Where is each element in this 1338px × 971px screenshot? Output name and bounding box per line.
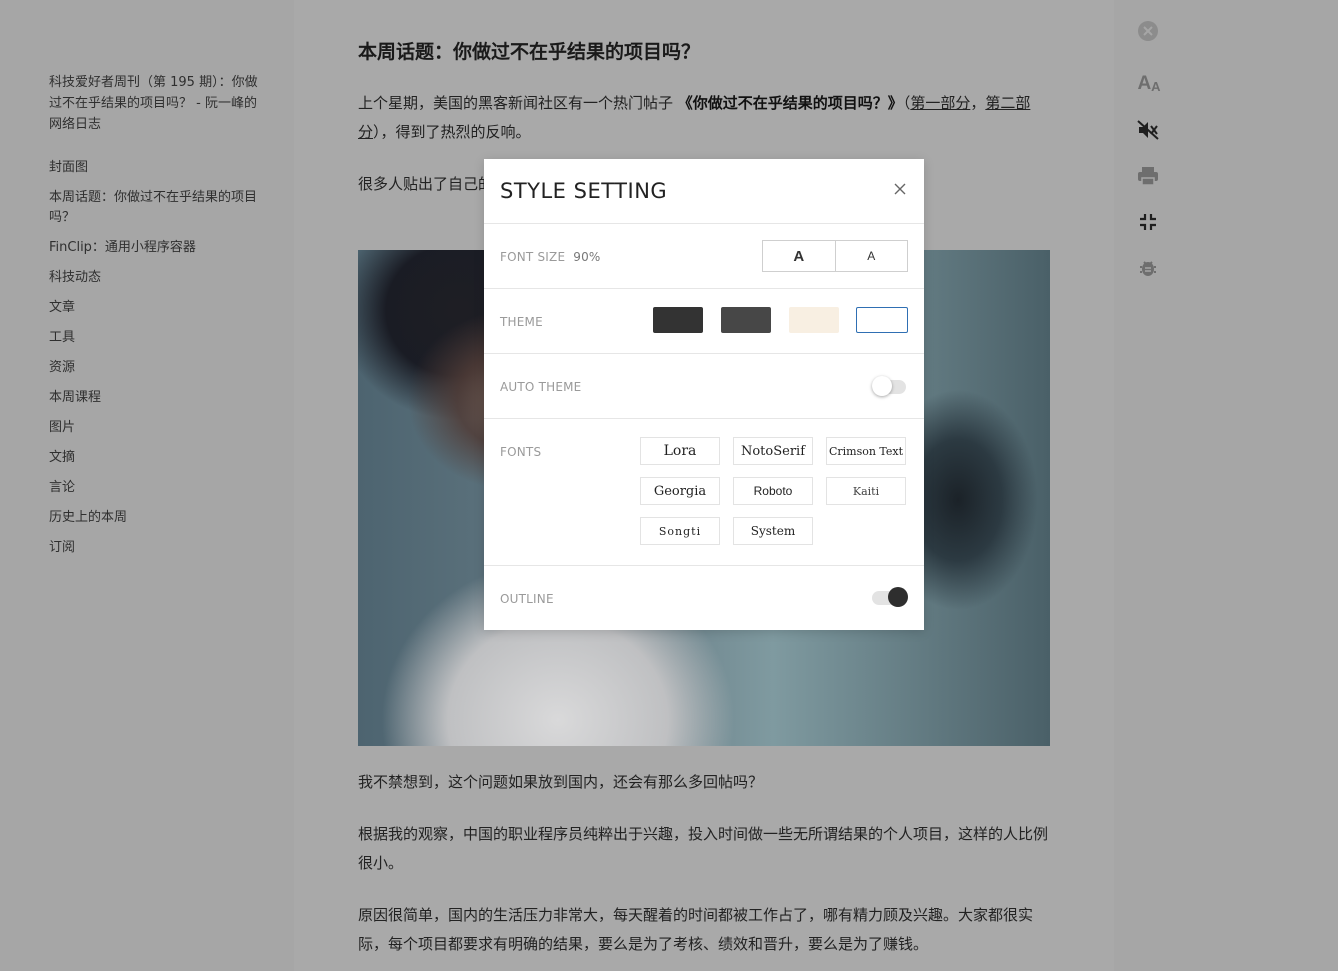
font-size-value: 90% bbox=[573, 250, 601, 264]
toc-item[interactable]: 封面图 bbox=[49, 158, 264, 178]
toc-item[interactable]: 本周课程 bbox=[49, 388, 264, 408]
toc-item[interactable]: 资源 bbox=[49, 358, 264, 378]
auto-theme-toggle[interactable] bbox=[872, 376, 908, 398]
reader-toolbar: AA bbox=[1114, 0, 1338, 971]
sidebar: 科技爱好者周刊（第 195 期）：你做过不在乎结果的项目吗？ - 阮一峰的网络日… bbox=[0, 0, 294, 971]
font-size-icon[interactable]: AA bbox=[1134, 72, 1164, 96]
exit-fullscreen-icon[interactable] bbox=[1136, 210, 1160, 234]
post-title: 《你做过不在乎结果的项目吗？》 bbox=[677, 94, 903, 112]
decrease-font-button[interactable]: A bbox=[836, 241, 908, 271]
font-size-label: FONT SIZE 90% bbox=[500, 250, 601, 264]
outline-label: OUTLINE bbox=[500, 592, 554, 606]
print-icon[interactable] bbox=[1136, 164, 1160, 188]
theme-light-swatch[interactable] bbox=[856, 307, 908, 333]
dialog-title: STYLE SETTING bbox=[500, 179, 668, 203]
font-option-crimson-text[interactable]: Crimson Text bbox=[826, 437, 906, 465]
font-size-label-text: FONT SIZE bbox=[500, 250, 566, 264]
toc-item[interactable]: 文摘 bbox=[49, 448, 264, 468]
paragraph: 上个星期，美国的黑客新闻社区有一个热门帖子 《你做过不在乎结果的项目吗？》（第一… bbox=[358, 89, 1050, 147]
font-option-songti[interactable]: Songti bbox=[640, 517, 720, 545]
toc-item[interactable]: 工具 bbox=[49, 328, 264, 348]
font-option-georgia[interactable]: Georgia bbox=[640, 477, 720, 505]
theme-label: THEME bbox=[500, 315, 543, 329]
paragraph-text: 上个星期，美国的黑客新闻社区有一个热门帖子 bbox=[358, 94, 674, 112]
theme-sepia-swatch[interactable] bbox=[789, 307, 839, 333]
table-of-contents: 封面图 本周话题：你做过不在乎结果的项目吗？ FinClip：通用小程序容器 科… bbox=[49, 158, 264, 568]
font-size-buttons: A A bbox=[762, 240, 908, 272]
outline-row: OUTLINE bbox=[484, 565, 924, 631]
font-option-kaiti[interactable]: Kaiti bbox=[826, 477, 906, 505]
increase-font-button[interactable]: A bbox=[763, 241, 836, 271]
article-heading: 本周话题：你做过不在乎结果的项目吗？ bbox=[358, 41, 701, 63]
bug-icon[interactable] bbox=[1136, 256, 1160, 280]
document-title: 科技爱好者周刊（第 195 期）：你做过不在乎结果的项目吗？ - 阮一峰的网络日… bbox=[49, 75, 258, 132]
font-option-roboto[interactable]: Roboto bbox=[733, 477, 813, 505]
toggle-knob bbox=[888, 587, 908, 607]
toc-item[interactable]: FinClip：通用小程序容器 bbox=[49, 238, 264, 258]
link-part-one[interactable]: 第一部分 bbox=[910, 94, 970, 112]
theme-row: THEME bbox=[484, 288, 924, 353]
mute-icon[interactable] bbox=[1136, 118, 1160, 142]
font-option-notoserif[interactable]: NotoSerif bbox=[733, 437, 813, 465]
auto-theme-label: AUTO THEME bbox=[500, 380, 582, 394]
toc-item[interactable]: 订阅 bbox=[49, 538, 264, 558]
toc-item[interactable]: 图片 bbox=[49, 418, 264, 438]
auto-theme-row: AUTO THEME bbox=[484, 353, 924, 418]
font-size-icon-small: A bbox=[1151, 79, 1161, 94]
toc-item[interactable]: 言论 bbox=[49, 478, 264, 498]
font-option-lora[interactable]: Lora bbox=[640, 437, 720, 465]
toc-item[interactable]: 历史上的本周 bbox=[49, 508, 264, 528]
paragraph: 原因很简单，国内的生活压力非常大，每天醒着的时间都被工作占了，哪有精力顾及兴趣。… bbox=[358, 906, 1034, 953]
toc-item[interactable]: 本周话题：你做过不在乎结果的项目吗？ bbox=[49, 188, 264, 228]
theme-dark-swatch[interactable] bbox=[653, 307, 703, 333]
fonts-label: FONTS bbox=[500, 445, 542, 459]
paragraph: 根据我的观察，中国的职业程序员纯粹出于兴趣，投入时间做一些无所谓结果的个人项目，… bbox=[358, 825, 1049, 872]
outline-toggle[interactable] bbox=[872, 587, 910, 609]
close-icon[interactable] bbox=[892, 181, 908, 197]
fonts-row: FONTS Lora NotoSerif Crimson Text Georgi… bbox=[484, 418, 924, 565]
font-option-system[interactable]: System bbox=[733, 517, 813, 545]
paragraph-text: ， bbox=[970, 94, 986, 112]
toggle-knob bbox=[872, 376, 892, 396]
toc-item[interactable]: 科技动态 bbox=[49, 268, 264, 288]
paragraph-text: ），得到了热烈的反响。 bbox=[373, 123, 531, 141]
font-size-icon-large: A bbox=[1137, 73, 1152, 94]
toc-item[interactable]: 文章 bbox=[49, 298, 264, 318]
close-circle-icon[interactable] bbox=[1136, 19, 1160, 43]
paragraph: 我不禁想到，这个问题如果放到国内，还会有那么多回帖吗？ bbox=[358, 773, 764, 791]
font-size-row: FONT SIZE 90% A A bbox=[484, 223, 924, 288]
style-setting-dialog: STYLE SETTING FONT SIZE 90% A A THEME AU… bbox=[484, 159, 924, 630]
theme-dim-swatch[interactable] bbox=[721, 307, 771, 333]
